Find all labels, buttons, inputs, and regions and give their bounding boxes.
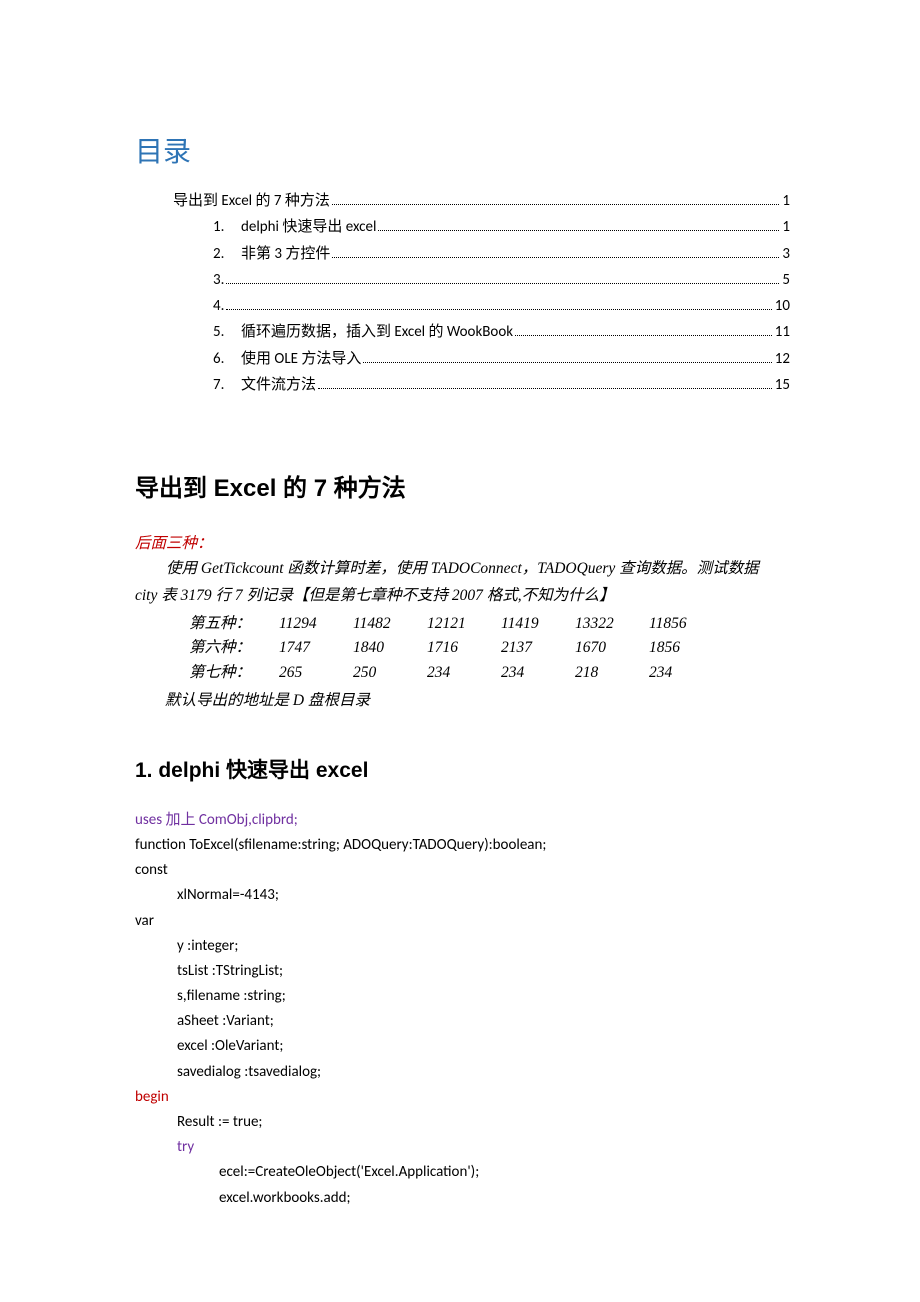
code-line: savedialog :tsavedialog;	[135, 1060, 790, 1085]
timing-value: 1670	[575, 636, 649, 661]
timing-label: 第五种：	[189, 612, 279, 637]
timing-value: 250	[353, 661, 427, 686]
toc-page-number: 12	[775, 346, 790, 372]
intro-paragraph: 使用 GetTickcount 函数计算时差，使用 TADOConnect，TA…	[135, 557, 790, 714]
toc-label: 导出到 Excel 的 7 种方法	[173, 188, 330, 214]
toc-label: 6.使用 OLE 方法导入	[213, 346, 361, 372]
toc-leader	[363, 362, 771, 363]
code-line: function ToExcel(sfilename:string; ADOQu…	[135, 833, 790, 858]
intro-footnote: 默认导出的地址是 D 盘根目录	[165, 689, 790, 714]
toc-page-number: 15	[775, 372, 790, 398]
toc-page-number: 1	[782, 188, 790, 214]
toc-label: 7.文件流方法	[213, 372, 316, 398]
toc-entry[interactable]: 3. 5	[213, 267, 790, 293]
code-line: begin	[135, 1085, 790, 1110]
toc-label: 2.非第 3 方控件	[213, 241, 330, 267]
code-line: s,filename :string;	[135, 984, 790, 1009]
toc-leader	[332, 257, 779, 258]
timing-value: 11482	[353, 612, 427, 637]
toc-page-number: 3	[782, 241, 790, 267]
toc-leader	[515, 335, 772, 336]
timing-value: 234	[501, 661, 575, 686]
timing-label: 第六种：	[189, 636, 279, 661]
timing-row: 第五种： 11294 11482 12121 11419 13322 11856	[189, 612, 790, 637]
code-line: aSheet :Variant;	[135, 1009, 790, 1034]
toc-label: 4.	[213, 293, 224, 319]
timing-value: 13322	[575, 612, 649, 637]
toc-label: 5.循环遍历数据，插入到 Excel 的 WookBook	[213, 319, 513, 345]
intro-line: 使用 GetTickcount 函数计算时差，使用 TADOConnect，TA…	[135, 557, 790, 582]
code-line: const	[135, 858, 790, 883]
code-line: var	[135, 909, 790, 934]
timing-value: 234	[649, 661, 723, 686]
timing-value: 234	[427, 661, 501, 686]
code-line: tsList :TStringList;	[135, 959, 790, 984]
code-line: excel :OleVariant;	[135, 1034, 790, 1059]
code-line: uses 加上 ComObj,clipbrd;	[135, 808, 790, 833]
code-block: uses 加上 ComObj,clipbrd; function ToExcel…	[135, 808, 790, 1211]
code-line: try	[135, 1135, 790, 1160]
code-line: excel.workbooks.add;	[135, 1186, 790, 1211]
timing-value: 11856	[649, 612, 723, 637]
document-page: 目录 导出到 Excel 的 7 种方法 1 1.delphi 快速导出 exc…	[0, 0, 920, 1301]
table-of-contents: 导出到 Excel 的 7 种方法 1 1.delphi 快速导出 excel …	[173, 188, 790, 398]
section-heading-main: 导出到 Excel 的 7 种方法	[135, 468, 790, 503]
toc-leader	[226, 283, 779, 284]
toc-leader	[378, 230, 779, 231]
timing-table: 第五种： 11294 11482 12121 11419 13322 11856…	[189, 612, 790, 686]
timing-value: 11294	[279, 612, 353, 637]
toc-page-number: 1	[782, 214, 790, 240]
timing-value: 218	[575, 661, 649, 686]
toc-entry[interactable]: 1.delphi 快速导出 excel 1	[213, 214, 790, 240]
code-line: xlNormal=-4143;	[135, 883, 790, 908]
code-line: Result := true;	[135, 1110, 790, 1135]
timing-value: 1856	[649, 636, 723, 661]
toc-page-number: 11	[775, 319, 790, 345]
toc-page-number: 10	[775, 293, 790, 319]
timing-value: 1840	[353, 636, 427, 661]
toc-leader	[332, 204, 779, 205]
timing-row: 第六种： 1747 1840 1716 2137 1670 1856	[189, 636, 790, 661]
code-line: y :integer;	[135, 934, 790, 959]
code-line: ecel:=CreateOleObject('Excel.Application…	[135, 1160, 790, 1185]
toc-entry[interactable]: 7.文件流方法 15	[213, 372, 790, 398]
timing-value: 1747	[279, 636, 353, 661]
timing-value: 12121	[427, 612, 501, 637]
toc-entry[interactable]: 4. 10	[213, 293, 790, 319]
toc-heading: 目录	[135, 130, 790, 170]
section-heading-1: 1. delphi 快速导出 excel	[135, 754, 790, 784]
timing-value: 1716	[427, 636, 501, 661]
toc-entry[interactable]: 导出到 Excel 的 7 种方法 1	[173, 188, 790, 214]
toc-entry[interactable]: 6.使用 OLE 方法导入 12	[213, 346, 790, 372]
toc-leader	[318, 388, 772, 389]
timing-value: 265	[279, 661, 353, 686]
toc-entry[interactable]: 2.非第 3 方控件 3	[213, 241, 790, 267]
toc-page-number: 5	[782, 267, 790, 293]
toc-label: 1.delphi 快速导出 excel	[213, 214, 376, 240]
timing-value: 11419	[501, 612, 575, 637]
toc-label: 3.	[213, 267, 224, 293]
toc-entry[interactable]: 5.循环遍历数据，插入到 Excel 的 WookBook 11	[213, 319, 790, 345]
timing-label: 第七种：	[189, 661, 279, 686]
timing-row: 第七种： 265 250 234 234 218 234	[189, 661, 790, 686]
timing-value: 2137	[501, 636, 575, 661]
toc-leader	[226, 309, 771, 310]
note-heading: 后面三种：	[135, 531, 790, 553]
intro-line: city 表 3179 行 7 列记录【但是第七章种不支持 2007 格式,不知…	[135, 584, 790, 609]
